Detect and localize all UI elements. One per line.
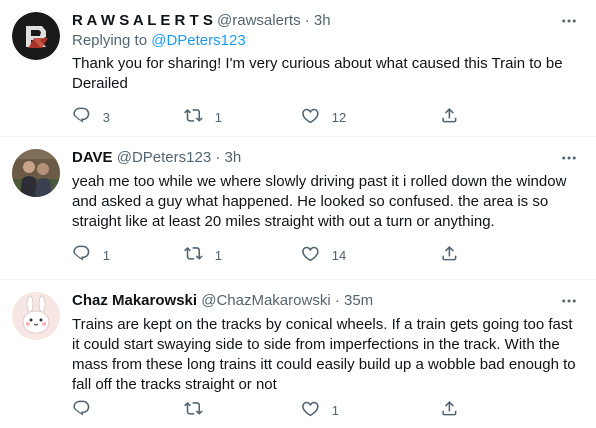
reply-count: 1 [102, 247, 110, 263]
tweet[interactable]: DAVE @DPeters123 · 3h yeah me too while … [0, 137, 596, 280]
replying-to-label: Replying to [72, 32, 152, 49]
retweet-icon [184, 399, 203, 421]
handle[interactable]: @rawsalerts [217, 12, 301, 29]
tweet[interactable]: Chaz Makarowski @ChazMakarowski · 35m Tr… [0, 280, 596, 428]
retweet-icon [184, 106, 203, 128]
like-count: 14 [331, 247, 347, 263]
retweet-button[interactable] [184, 400, 301, 420]
tweet-text: Trains are kept on the tracks by conical… [72, 316, 576, 393]
share-button[interactable] [440, 107, 459, 127]
handle[interactable]: @DPeters123 [117, 149, 211, 166]
tweet[interactable]: R A W S A L E R T S @rawsalerts · 3h Rep… [0, 0, 596, 137]
display-name[interactable]: Chaz Makarowski [72, 292, 197, 309]
reply-icon [72, 399, 91, 421]
reply-button[interactable] [72, 400, 184, 420]
display-name[interactable]: R A W S A L E R T S [72, 12, 213, 29]
replying-to: Replying to @DPeters123 [72, 31, 584, 51]
like-icon [301, 244, 320, 266]
handle[interactable]: @ChazMakarowski [201, 292, 330, 309]
tweet-text: Thank you for sharing! I'm very curious … [72, 55, 563, 92]
avatar[interactable] [12, 149, 60, 197]
retweet-count: 1 [214, 247, 222, 263]
reply-count: 3 [102, 109, 110, 125]
reply-icon [72, 106, 91, 128]
share-button[interactable] [440, 400, 459, 420]
timestamp[interactable]: · 3h [305, 12, 331, 29]
share-icon [440, 106, 459, 128]
like-count: 12 [331, 109, 347, 125]
display-name[interactable]: DAVE [72, 149, 113, 166]
share-button[interactable] [440, 245, 459, 265]
like-button[interactable]: 14 [301, 245, 440, 265]
tweet-header: Chaz Makarowski @ChazMakarowski · 35m [72, 291, 584, 311]
tweet-header: DAVE @DPeters123 · 3h [72, 148, 584, 168]
more-icon[interactable] [558, 148, 580, 168]
retweet-button[interactable]: 1 [184, 245, 301, 265]
replying-to-handle[interactable]: @DPeters123 [151, 32, 245, 49]
share-icon [440, 399, 459, 421]
reply-icon [72, 244, 91, 266]
retweet-button[interactable]: 1 [184, 107, 301, 127]
like-icon [301, 106, 320, 128]
like-count: 1 [331, 402, 339, 418]
like-icon [301, 399, 320, 421]
tweet-header: R A W S A L E R T S @rawsalerts · 3h [72, 11, 584, 31]
more-icon[interactable] [558, 11, 580, 31]
like-button[interactable]: 1 [301, 400, 440, 420]
reply-button[interactable]: 1 [72, 245, 184, 265]
timestamp[interactable]: · 3h [215, 149, 241, 166]
avatar[interactable] [12, 292, 60, 340]
share-icon [440, 244, 459, 266]
retweet-count: 1 [214, 109, 222, 125]
like-button[interactable]: 12 [301, 107, 440, 127]
timestamp[interactable]: · 35m [335, 292, 373, 309]
avatar[interactable] [12, 12, 60, 60]
reply-button[interactable]: 3 [72, 107, 184, 127]
retweet-icon [184, 244, 203, 266]
tweet-text: yeah me too while we where slowly drivin… [72, 173, 567, 230]
more-icon[interactable] [558, 291, 580, 311]
